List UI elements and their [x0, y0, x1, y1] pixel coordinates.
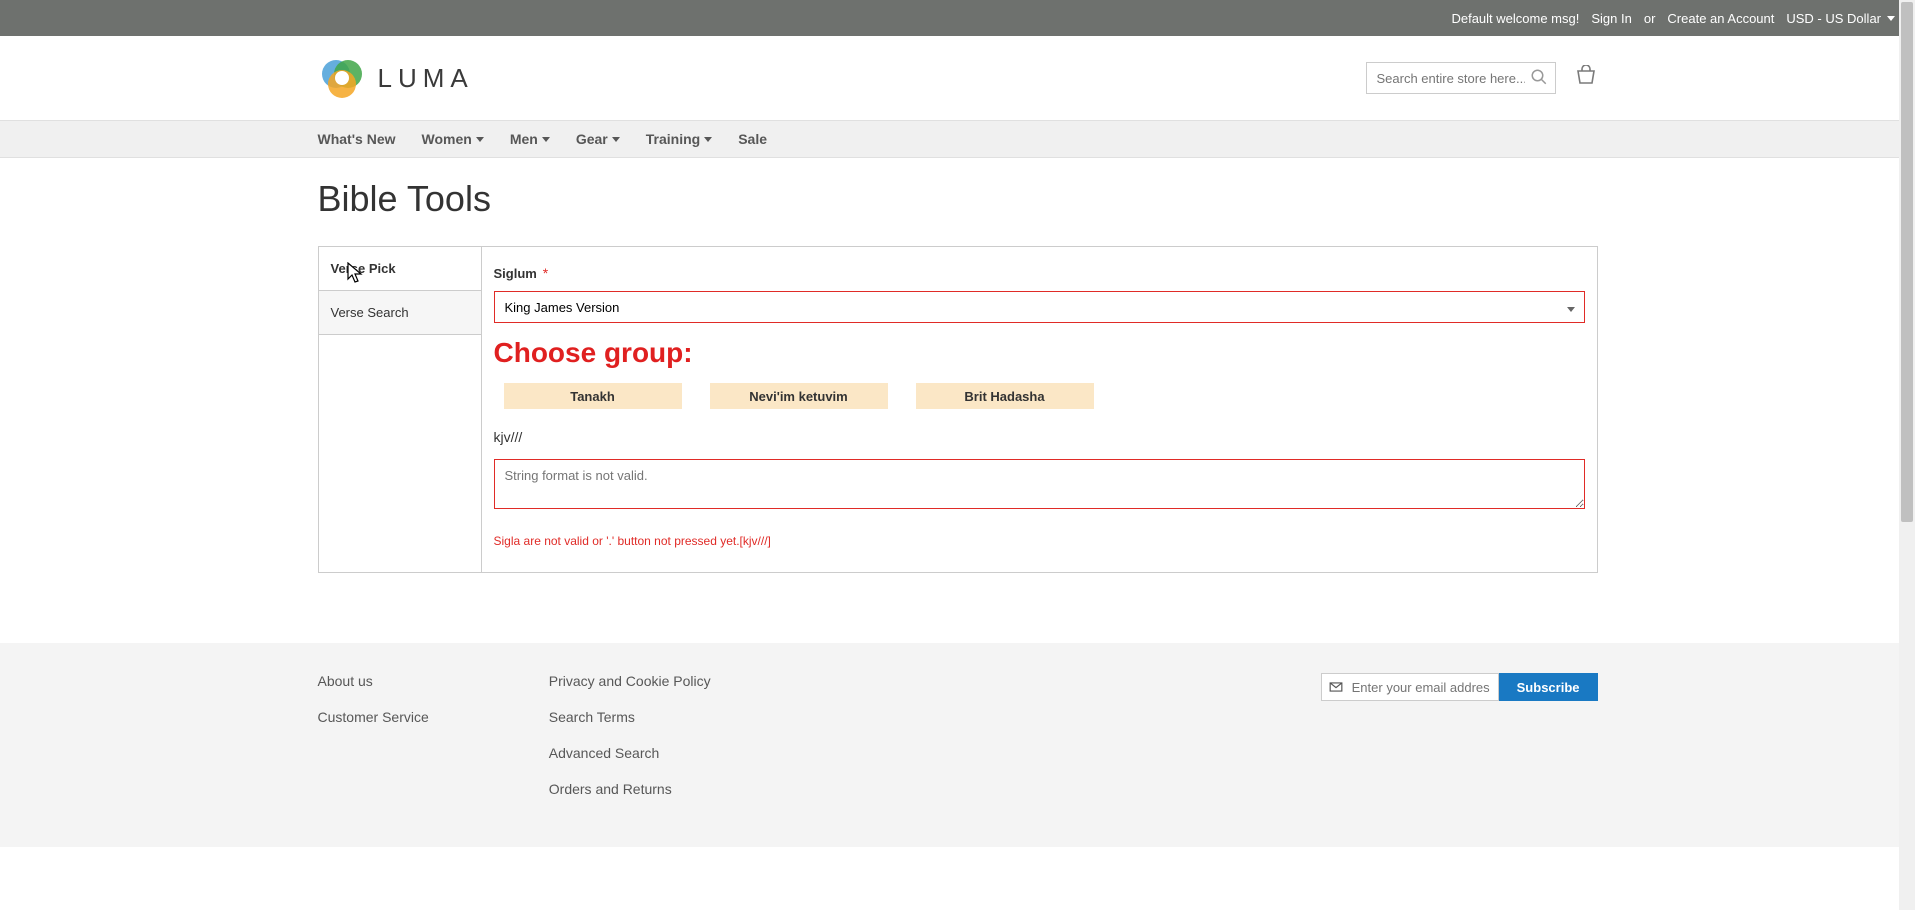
subscribe-button[interactable]: Subscribe	[1499, 673, 1598, 701]
nav-label: Women	[422, 131, 472, 147]
search-wrap	[1366, 62, 1556, 94]
search-icon[interactable]	[1530, 68, 1548, 89]
group-heading: Choose group:	[494, 337, 1585, 369]
logo[interactable]: LUMA	[318, 54, 474, 102]
nav-sale[interactable]: Sale	[738, 131, 767, 147]
verse-textarea[interactable]	[494, 459, 1585, 509]
nav-label: Men	[510, 131, 538, 147]
nav-training[interactable]: Training	[646, 131, 712, 147]
nav-gear[interactable]: Gear	[576, 131, 620, 147]
scrollbar[interactable]	[1899, 0, 1915, 910]
nav-label: Gear	[576, 131, 608, 147]
footer-about-link[interactable]: About us	[318, 673, 429, 689]
currency-select[interactable]: USD - US Dollar	[1786, 11, 1895, 26]
chevron-down-icon	[612, 137, 620, 142]
chevron-down-icon	[1887, 16, 1895, 21]
footer-orders-link[interactable]: Orders and Returns	[549, 781, 711, 797]
nav-label: What's New	[318, 131, 396, 147]
siglum-label: Siglum	[494, 266, 537, 281]
group-neviim-button[interactable]: Nevi'im ketuvim	[710, 383, 888, 409]
nav-whats-new[interactable]: What's New	[318, 131, 396, 147]
required-mark: *	[543, 265, 548, 281]
chevron-down-icon	[542, 137, 550, 142]
nav-label: Sale	[738, 131, 767, 147]
group-tanakh-button[interactable]: Tanakh	[504, 383, 682, 409]
page-title: Bible Tools	[318, 178, 1598, 220]
footer-advanced-search-link[interactable]: Advanced Search	[549, 745, 711, 761]
chevron-down-icon	[476, 137, 484, 142]
footer-customer-service-link[interactable]: Customer Service	[318, 709, 429, 725]
siglum-select[interactable]: King James Version	[494, 291, 1585, 323]
tab-verse-pick[interactable]: Verse Pick	[319, 247, 481, 291]
sign-in-link[interactable]: Sign In	[1591, 11, 1631, 26]
newsletter-input[interactable]	[1321, 673, 1499, 701]
nav-label: Training	[646, 131, 700, 147]
nav-women[interactable]: Women	[422, 131, 484, 147]
welcome-msg: Default welcome msg!	[1451, 11, 1579, 26]
nav-men[interactable]: Men	[510, 131, 550, 147]
logo-icon	[318, 54, 366, 102]
currency-label: USD - US Dollar	[1786, 11, 1881, 26]
group-brit-button[interactable]: Brit Hadasha	[916, 383, 1094, 409]
tab-verse-search[interactable]: Verse Search	[319, 291, 481, 335]
search-input[interactable]	[1366, 62, 1556, 94]
reference-text: kjv///	[494, 429, 1585, 445]
or-text: or	[1644, 11, 1656, 26]
mail-icon	[1329, 680, 1343, 697]
footer-search-terms-link[interactable]: Search Terms	[549, 709, 711, 725]
error-message: Sigla are not valid or '.' button not pr…	[494, 534, 1585, 548]
chevron-down-icon	[704, 137, 712, 142]
logo-text: LUMA	[378, 63, 474, 94]
create-account-link[interactable]: Create an Account	[1667, 11, 1774, 26]
footer-privacy-link[interactable]: Privacy and Cookie Policy	[549, 673, 711, 689]
cart-icon[interactable]	[1574, 65, 1598, 92]
scrollbar-thumb[interactable]	[1901, 2, 1913, 522]
